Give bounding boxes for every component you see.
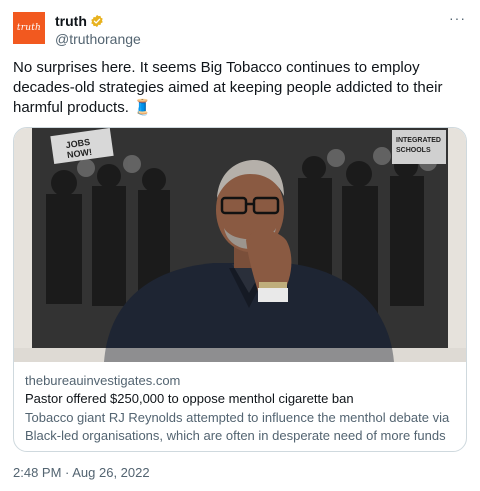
card-image[interactable]: JOBS NOW! INTEGRATED SCHOOLS xyxy=(14,128,466,362)
author-name-row: truth xyxy=(55,13,104,29)
handle[interactable]: @truthorange xyxy=(55,31,141,47)
card-title[interactable]: Pastor offered $250,000 to oppose mentho… xyxy=(25,391,354,406)
card-domain[interactable]: thebureauinvestigates.com xyxy=(25,373,180,388)
verified-badge-icon xyxy=(91,14,103,28)
timestamp[interactable]: 2:48 PM · Aug 26, 2022 xyxy=(13,465,150,480)
avatar-logo-text: truth xyxy=(16,23,42,33)
more-options-icon[interactable]: ··· xyxy=(449,10,466,26)
tweet-text: No surprises here. It seems Big Tobacco … xyxy=(13,59,443,116)
avatar[interactable]: truth xyxy=(13,12,45,44)
display-name[interactable]: truth xyxy=(55,13,87,29)
link-card[interactable]: JOBS NOW! INTEGRATED SCHOOLS thebureauin… xyxy=(13,127,467,452)
protest-sign-schools-text: INTEGRATED xyxy=(396,137,441,144)
protest-sign-schools-text-2: SCHOOLS xyxy=(396,147,431,154)
card-description: Tobacco giant RJ Reynolds attempted to i… xyxy=(25,410,450,443)
